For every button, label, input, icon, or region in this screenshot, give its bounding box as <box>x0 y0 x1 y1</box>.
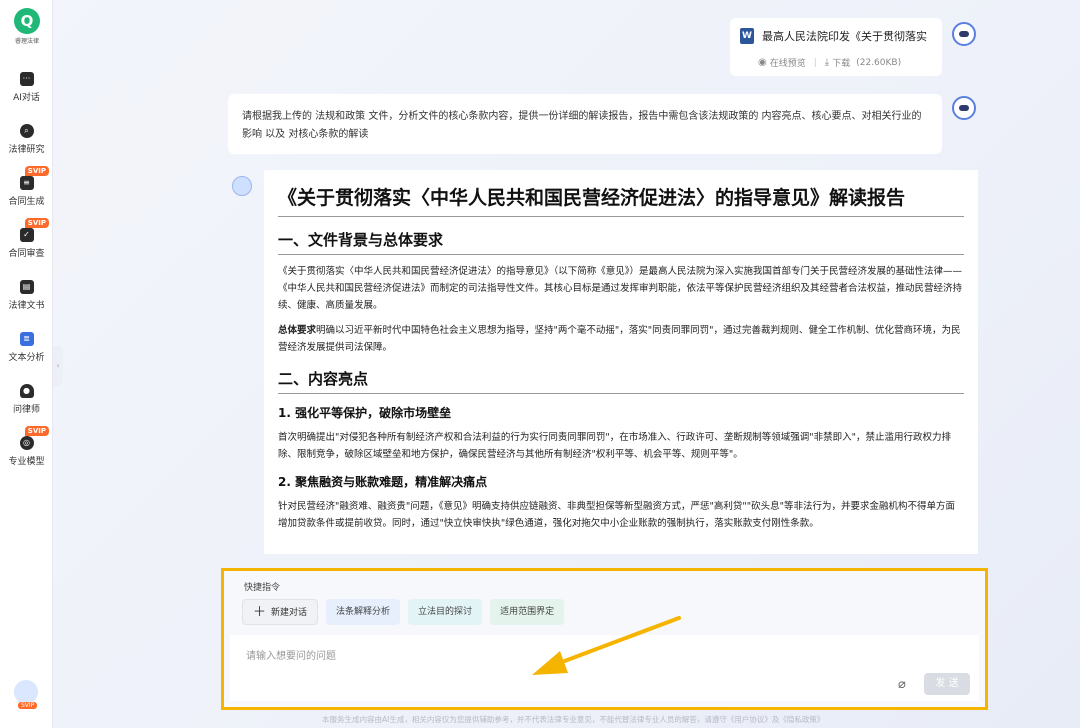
avatar-svip-badge: SVIP <box>18 702 38 709</box>
input-placeholder: 请输入想要问的问题 <box>246 651 336 662</box>
ai-avatar <box>232 176 252 196</box>
sidebar-item-legal-research[interactable]: ⌕ 法律研究 <box>0 124 53 155</box>
logo[interactable]: Q 睿理法律 <box>8 8 46 45</box>
section-heading: 二、内容亮点 <box>278 368 964 394</box>
sidebar-item-contract-review[interactable]: SVIP ✓ 合同审查 <box>0 218 53 259</box>
annotation-arrow-icon <box>532 616 681 675</box>
send-button[interactable]: 发 送 <box>924 673 970 695</box>
paragraph-text: 明确以习近平新时代中国特色社会主义思想为指导，坚持"两个毫不动摇"，落实"同责同… <box>278 325 961 353</box>
subsection-heading: 1. 强化平等保护，破除市场壁垒 <box>278 406 452 420</box>
ai-report: 《关于贯彻落实〈中华人民共和国民营经济促进法〉的指导意见》解读报告 一、文件背景… <box>264 170 978 554</box>
attach-icon[interactable]: ⌀ <box>898 677 906 692</box>
sidebar-item-legal-docs[interactable]: ▤ 法律文书 <box>0 280 53 311</box>
file-name: 最高人民法院印发《关于贯彻落实（... <box>762 30 932 43</box>
svip-badge: SVIP <box>24 218 49 228</box>
model-icon: ◎ <box>19 436 34 450</box>
input-panel: 快捷指令 ＋新建对话 法条解释分析 立法目的探讨 适用范围界定 请输入想要问的问… <box>221 568 988 710</box>
sidebar-item-label: 文本分析 <box>8 353 45 363</box>
sidebar-item-label: 合同生成 <box>8 197 45 207</box>
disclaimer: 本服务生成内容由AI生成，相关内容仅为您提供辅助参考，并不代表法律专业意见，不能… <box>322 715 825 724</box>
legal-doc-icon: ▤ <box>19 280 34 294</box>
paragraph: 《关于贯彻落实〈中华人民共和国民营经济促进法〉的指导意见》（以下简称《意见》）是… <box>278 266 963 311</box>
sidebar-item-label: 问律师 <box>12 405 40 415</box>
download-icon: ⤓ <box>824 57 830 68</box>
sidebar-item-label: 法律文书 <box>8 301 45 311</box>
paragraph: 针对民营经济"融资难、融资贵"问题，《意见》明确支持供应链融资、非典型担保等新型… <box>278 501 955 529</box>
contract-generate-icon: ≡ <box>19 176 34 190</box>
research-icon: ⌕ <box>19 124 34 138</box>
report-title: 《关于贯彻落实〈中华人民共和国民营经济促进法〉的指导意见》解读报告 <box>278 184 964 217</box>
svip-badge: SVIP <box>24 426 49 436</box>
chat-icon: ··· <box>19 72 34 86</box>
paragraph: 总体要求明确以习近平新时代中国特色社会主义思想为指导，坚持"两个毫不动摇"，落实… <box>278 322 964 356</box>
user-message-avatar <box>952 96 976 120</box>
sidebar-item-label: 法律研究 <box>8 145 45 155</box>
paragraph: 首次明确提出"对侵犯各种所有制经济产权和合法利益的行为实行同责同罪同罚"，在市场… <box>278 432 951 460</box>
user-message-avatar <box>952 22 976 46</box>
text-analysis-icon: ≣ <box>19 332 34 346</box>
sidebar-item-ai-chat[interactable]: ··· AI对话 <box>0 72 53 103</box>
user-message: 请根据我上传的 法规和政策 文件，分析文件的核心条款内容，提供一份详细的解读报告… <box>228 94 942 154</box>
word-file-icon: W <box>740 28 754 44</box>
chip-label: 新建对话 <box>271 608 308 618</box>
section-heading: 一、文件背景与总体要求 <box>278 229 964 255</box>
file-size: (22.60KB) <box>856 57 902 68</box>
sidebar-item-text-analysis[interactable]: ≣ 文本分析 <box>0 332 53 363</box>
quick-commands: ＋新建对话 法条解释分析 立法目的探讨 适用范围界定 <box>242 599 572 625</box>
chip-legislative-purpose[interactable]: 立法目的探讨 <box>408 599 483 625</box>
svip-badge: SVIP <box>24 166 49 176</box>
bold-lead: 总体要求 <box>278 325 317 336</box>
divider: | <box>813 57 817 68</box>
sidebar-item-contract-generate[interactable]: SVIP ≡ 合同生成 <box>0 166 53 207</box>
sidebar-item-label: 合同审查 <box>8 249 45 259</box>
sidebar-item-label: AI对话 <box>13 93 40 103</box>
preview-link[interactable]: ◉ 在线预览 <box>758 56 806 69</box>
new-chat-button[interactable]: ＋ 新建对话 <box>242 599 319 625</box>
sidebar-item-ask-lawyer[interactable]: ● 问律师 <box>0 384 53 415</box>
logo-text: 睿理法律 <box>14 38 39 45</box>
logo-icon: Q <box>14 8 40 34</box>
sidebar-item-label: 专业模型 <box>8 457 45 467</box>
sidebar-item-pro-model[interactable]: SVIP ◎ 专业模型 <box>0 426 53 467</box>
download-link[interactable]: ⤓ 下载 <box>825 56 850 69</box>
quick-commands-label: 快捷指令 <box>244 583 281 593</box>
sidebar: Q 睿理法律 ··· AI对话 ⌕ 法律研究 SVIP ≡ 合同生成 SVIP … <box>0 0 53 728</box>
uploaded-file-card[interactable]: W 最高人民法院印发《关于贯彻落实（... ◉ 在线预览 | ⤓ 下载 (22.… <box>730 18 942 76</box>
contract-review-icon: ✓ <box>19 228 34 242</box>
preview-label: 在线预览 <box>769 59 806 69</box>
eye-icon: ◉ <box>758 57 767 68</box>
chip-statute-analysis[interactable]: 法条解释分析 <box>326 599 401 625</box>
lawyer-icon: ● <box>19 384 34 398</box>
plus-icon: ＋ <box>253 605 267 620</box>
sidebar-collapse-handle[interactable]: ‹ <box>53 346 63 386</box>
subsection-heading: 2. 聚焦融资与账款难题，精准解决痛点 <box>278 475 488 489</box>
download-label: 下载 <box>832 59 851 69</box>
